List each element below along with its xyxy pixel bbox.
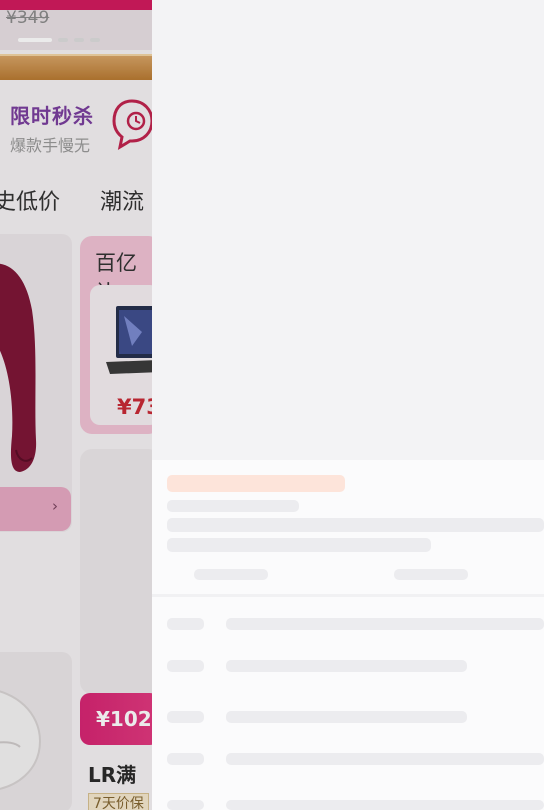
skeleton-tab: [394, 569, 468, 580]
skeleton-title: [167, 475, 345, 492]
skeleton-row-value: [226, 711, 467, 723]
skeleton-row-label: [167, 753, 204, 765]
skeleton-divider: [152, 594, 544, 597]
skeleton-row-value: [226, 800, 544, 810]
skeleton-line: [167, 538, 431, 552]
skeleton-row-label: [167, 711, 204, 723]
skeleton-row-label: [167, 800, 204, 810]
skeleton-row-value: [226, 660, 467, 672]
skeleton-row-label: [167, 660, 204, 672]
skeleton-row-label: [167, 618, 204, 630]
skeleton-line: [167, 500, 299, 512]
skeleton-row-value: [226, 753, 544, 765]
skeleton-row-value: [226, 618, 544, 630]
skeleton-tab: [194, 569, 268, 580]
dim-overlay: [0, 0, 152, 810]
loading-sheet: [152, 460, 544, 810]
background-feed: ¥349 限时秒杀 爆款手慢无 史低价 潮流 › 百亿补 ¥73 ¥1020 L…: [0, 0, 152, 810]
skeleton-line: [167, 518, 544, 532]
